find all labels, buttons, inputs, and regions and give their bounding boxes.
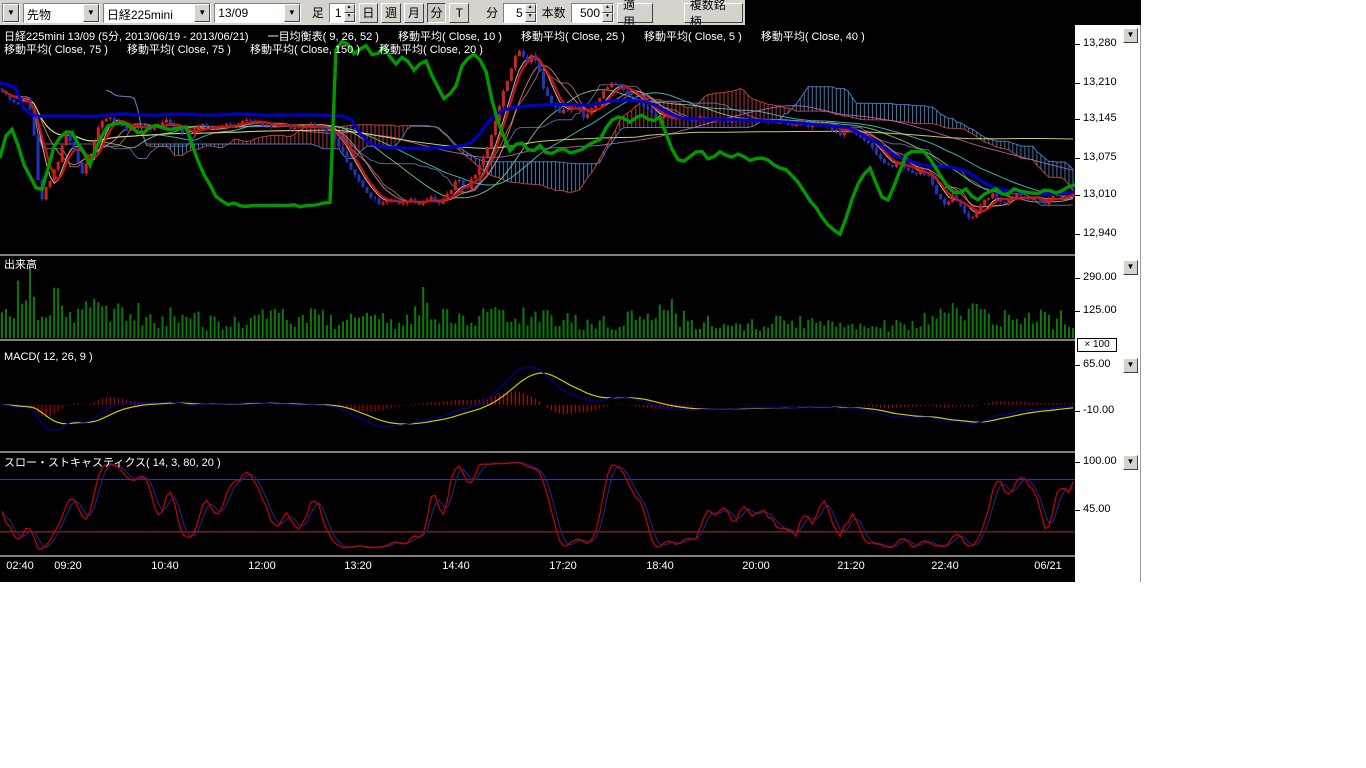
spinner-arrows-icon[interactable]: ▲▼ [525, 4, 536, 22]
time-tick-label: 02:40 [6, 560, 34, 572]
apply-button[interactable]: 適用 [617, 3, 653, 23]
stoch-panel-label: スロー・ストキャスティクス( 14, 3, 80, 20 ) [4, 454, 221, 470]
time-tick-label: 06/21 [1034, 560, 1062, 572]
chevron-down-icon: ▼ [1127, 457, 1135, 466]
period-tick-button[interactable]: T [449, 3, 469, 23]
price-tick-label: 12,940 [1083, 227, 1117, 239]
tick-mark [1075, 119, 1080, 120]
bar-count-input[interactable]: 500 ▲▼ [571, 3, 614, 23]
tick-mark [1075, 234, 1080, 235]
price-axis-strip: 13,280 13,210 13,145 13,075 13,010 12,940 290.… [1075, 25, 1140, 582]
chevron-down-icon: ▼ [1127, 360, 1135, 369]
tick-mark [1075, 158, 1080, 159]
minute-label: 分 [484, 4, 500, 21]
stoch-panel-dropdown-button[interactable]: ▼ [1123, 455, 1138, 470]
time-tick-label: 20:00 [742, 560, 770, 572]
legend-ma75a: 移動平均( Close, 75 ) [4, 44, 108, 56]
price-tick-label: 13,075 [1083, 151, 1117, 163]
macd-panel-label: MACD( 12, 26, 9 ) [4, 351, 93, 363]
chart-panel: 日経225mini 13/09 (5分, 2013/06/19 - 2013/0… [0, 25, 1141, 582]
tick-mark [1075, 510, 1080, 511]
tick-mark [1075, 311, 1080, 312]
volume-tick-label: 290.00 [1083, 271, 1117, 283]
multi-symbol-button[interactable]: 複数銘柄 [684, 3, 743, 23]
bar-type-label: 足 [310, 4, 326, 21]
chevron-down-icon: ▼ [284, 4, 300, 22]
legend-ma75b: 移動平均( Close, 75 ) [127, 44, 231, 56]
time-tick-label: 13:20 [344, 560, 372, 572]
legend-ma150: 移動平均( Close, 150 ) [250, 44, 360, 56]
toolbar: ▼ 先物 ▼ 日経225mini ▼ 13/09 ▼ 足 1 ▲▼ 日 週 月 … [0, 0, 745, 25]
instrument-category-value: 先物 [24, 4, 83, 22]
period-month-button[interactable]: 月 [404, 3, 424, 23]
price-tick-label: 13,210 [1083, 76, 1117, 88]
spinner-arrows-icon[interactable]: ▲▼ [602, 4, 613, 22]
chart-canvas[interactable] [0, 25, 1075, 582]
tick-mark [1075, 195, 1080, 196]
minute-interval-value: 5 [504, 4, 525, 22]
symbol-select[interactable]: 日経225mini ▼ [103, 3, 211, 23]
contract-month-select[interactable]: 13/09 ▼ [214, 3, 301, 23]
spinner-arrows-icon[interactable]: ▲▼ [344, 4, 355, 22]
contract-month-value: 13/09 [215, 4, 284, 22]
volume-unit-box: × 100 [1077, 338, 1117, 352]
time-tick-label: 10:40 [151, 560, 179, 572]
time-tick-label: 17:20 [549, 560, 577, 572]
period-day-button[interactable]: 日 [359, 3, 379, 23]
instrument-category-select[interactable]: 先物 ▼ [23, 3, 100, 23]
toolbar-filler [745, 0, 1141, 25]
time-tick-label: 09:20 [54, 560, 82, 572]
tick-mark [1075, 462, 1080, 463]
tick-mark [1075, 365, 1080, 366]
chevron-down-icon: ▼ [3, 4, 19, 22]
chart-legend-line2: 移動平均( Close, 75 ) 移動平均( Close, 75 ) 移動平均… [4, 41, 499, 57]
chevron-down-icon: ▼ [194, 4, 210, 22]
tick-mark [1075, 83, 1080, 84]
period-week-button[interactable]: 週 [381, 3, 401, 23]
legend-ma5: 移動平均( Close, 5 ) [644, 31, 742, 43]
chevron-down-icon: ▼ [83, 4, 99, 22]
bar-multiplier-value: 1 [330, 4, 344, 22]
period-minute-button[interactable]: 分 [427, 3, 447, 23]
symbol-value: 日経225mini [104, 4, 194, 22]
macd-tick-label: 65.00 [1083, 358, 1111, 370]
stoch-tick-label: 100.00 [1083, 455, 1117, 467]
legend-ma25: 移動平均( Close, 25 ) [521, 31, 625, 43]
price-panel-dropdown-button[interactable]: ▼ [1123, 28, 1138, 43]
volume-tick-label: 125.00 [1083, 304, 1117, 316]
time-tick-label: 12:00 [248, 560, 276, 572]
price-tick-label: 13,145 [1083, 112, 1117, 124]
tick-mark [1075, 411, 1080, 412]
macd-panel-dropdown-button[interactable]: ▼ [1123, 358, 1138, 373]
tick-mark [1075, 44, 1080, 45]
price-tick-label: 13,280 [1083, 37, 1117, 49]
price-tick-label: 13,010 [1083, 188, 1117, 200]
volume-panel-label: 出来高 [4, 256, 37, 272]
bar-count-label: 本数 [540, 4, 568, 21]
bar-multiplier-input[interactable]: 1 ▲▼ [329, 3, 356, 23]
chevron-down-icon: ▼ [1127, 30, 1135, 39]
legend-ma20: 移動平均( Close, 20 ) [379, 44, 483, 56]
minute-interval-input[interactable]: 5 ▲▼ [503, 3, 537, 23]
time-tick-label: 14:40 [442, 560, 470, 572]
tick-mark [1075, 278, 1080, 279]
time-tick-label: 22:40 [931, 560, 959, 572]
volume-panel-dropdown-button[interactable]: ▼ [1123, 260, 1138, 275]
time-tick-label: 21:20 [837, 560, 865, 572]
axis-right-border [1140, 25, 1141, 582]
chevron-down-icon: ▼ [1127, 262, 1135, 271]
bar-count-value: 500 [572, 4, 602, 22]
app-window: ▼ 先物 ▼ 日経225mini ▼ 13/09 ▼ 足 1 ▲▼ 日 週 月 … [0, 0, 1366, 768]
time-tick-label: 18:40 [646, 560, 674, 572]
macd-tick-label: -10.00 [1083, 404, 1114, 416]
window-selector-dropdown[interactable]: ▼ [2, 3, 20, 23]
stoch-tick-label: 45.00 [1083, 503, 1111, 515]
legend-ma40: 移動平均( Close, 40 ) [761, 31, 865, 43]
